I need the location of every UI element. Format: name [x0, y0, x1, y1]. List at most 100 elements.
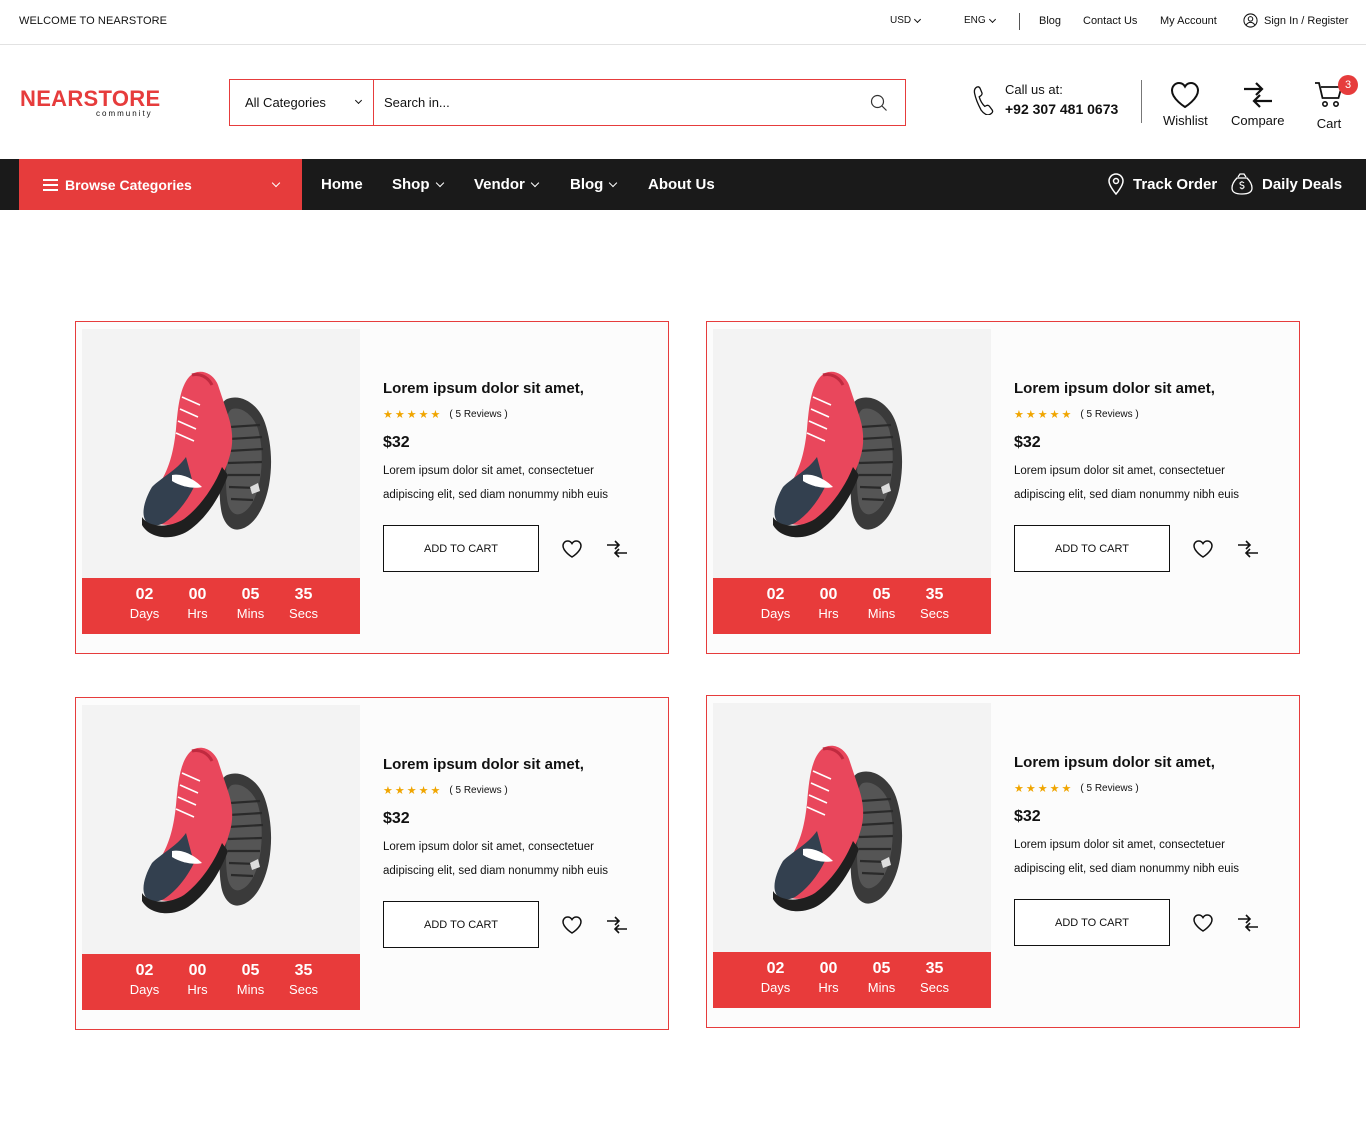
product-image-box[interactable]: 02 Days 00 Hrs 05 Mins 35 Secs — [713, 703, 991, 1008]
add-to-cart-button[interactable]: ADD TO CART — [383, 525, 539, 572]
countdown-value: 35 — [925, 586, 944, 603]
add-to-cart-button[interactable]: ADD TO CART — [1014, 899, 1170, 946]
product-price: $32 — [1014, 434, 1041, 451]
add-to-compare-button[interactable] — [1236, 539, 1260, 559]
product-info: Lorem ipsum dolor sit amet, ★ ★ ★ ★ ★ ( 5 Re… — [383, 756, 643, 948]
heart-icon — [1193, 539, 1213, 558]
compare-icon — [607, 915, 627, 934]
add-to-compare-button[interactable] — [1236, 913, 1260, 933]
review-count[interactable]: ( 5 Reviews ) — [1080, 409, 1138, 420]
nav-shop-label: Shop — [392, 176, 430, 193]
add-to-wishlist-button[interactable] — [1192, 913, 1214, 933]
countdown-label: Days — [760, 606, 791, 621]
logo-subtext: community — [96, 109, 153, 118]
star-icon: ★ — [430, 785, 441, 797]
product-actions: ADD TO CART — [383, 901, 643, 948]
add-to-wishlist-button[interactable] — [561, 539, 583, 559]
product-actions: ADD TO CART — [1014, 525, 1274, 572]
track-order-label: Track Order — [1133, 175, 1218, 193]
product-image-box[interactable]: 02 Days 00 Hrs 05 Mins 35 Secs — [82, 705, 360, 1010]
product-title[interactable]: Lorem ipsum dolor sit amet, — [1014, 380, 1274, 397]
review-count[interactable]: ( 5 Reviews ) — [1080, 783, 1138, 794]
deal-card: 02 Days 00 Hrs 05 Mins 35 Secs Lorem ipsum dolo… — [706, 695, 1300, 1028]
countdown-unit: 35 Secs — [908, 578, 961, 634]
track-order-link[interactable]: Track Order — [1107, 172, 1217, 196]
search-button[interactable] — [853, 94, 905, 112]
product-title[interactable]: Lorem ipsum dolor sit amet, — [383, 756, 643, 773]
product-title[interactable]: Lorem ipsum dolor sit amet, — [383, 380, 643, 397]
blog-link[interactable]: Blog — [1039, 15, 1061, 27]
nav-shop[interactable]: Shop — [392, 176, 444, 193]
countdown-value: 05 — [241, 586, 260, 603]
countdown-label: Days — [129, 982, 160, 997]
product-description: Lorem ipsum dolor sit amet, consectetuer… — [383, 465, 609, 501]
nav-vendor[interactable]: Vendor — [474, 176, 540, 193]
countdown-unit: 05 Mins — [224, 954, 277, 1010]
search-input[interactable] — [374, 80, 853, 125]
countdown-label: Days — [760, 980, 791, 995]
countdown-value: 02 — [766, 586, 785, 603]
daily-deals-label: Daily Deals — [1262, 175, 1343, 193]
sign-in-label: Sign In / Register — [1264, 14, 1349, 27]
countdown-timer: 02 Days 00 Hrs 05 Mins 35 Secs — [713, 952, 991, 1008]
review-count[interactable]: ( 5 Reviews ) — [449, 409, 507, 420]
nav-blog[interactable]: Blog — [570, 176, 618, 193]
countdown-label: Mins — [236, 606, 265, 621]
deal-card: 02 Days 00 Hrs 05 Mins 35 Secs Lorem ipsum dolo… — [75, 697, 669, 1030]
cart-button[interactable]: 3 Cart — [1313, 75, 1358, 131]
chevron-down-icon — [435, 178, 444, 187]
compare-button[interactable]: Compare — [1231, 80, 1284, 128]
add-to-wishlist-button[interactable] — [561, 915, 583, 935]
wishlist-label: Wishlist — [1163, 113, 1208, 128]
wishlist-button[interactable]: Wishlist — [1163, 80, 1208, 128]
nav-about-us-label: About Us — [648, 176, 715, 193]
language-select[interactable]: ENG — [964, 15, 996, 26]
countdown-value: 35 — [925, 960, 944, 977]
compare-icon — [1238, 913, 1258, 932]
daily-deals-link[interactable]: Daily Deals — [1230, 172, 1342, 196]
add-to-wishlist-button[interactable] — [1192, 539, 1214, 559]
countdown-unit: 05 Mins — [224, 578, 277, 634]
countdown-value: 00 — [188, 962, 207, 979]
review-count[interactable]: ( 5 Reviews ) — [449, 785, 507, 796]
add-to-cart-button[interactable]: ADD TO CART — [383, 901, 539, 948]
compare-label: Compare — [1231, 113, 1285, 128]
logo[interactable]: NEARSTORE community — [20, 88, 160, 119]
countdown-unit: 05 Mins — [855, 952, 908, 1008]
compare-icon — [1238, 539, 1258, 558]
call-label: Call us at: — [1005, 82, 1063, 97]
divider — [1019, 13, 1020, 30]
top-bar: WELCOME TO NEARSTORE USD ENG Blog Contac… — [0, 0, 1366, 45]
nav-home[interactable]: Home — [321, 176, 363, 193]
product-rating: ★ ★ ★ ★ ★ ( 5 Reviews ) — [383, 405, 643, 423]
nav-about-us[interactable]: About Us — [648, 176, 715, 193]
product-image — [142, 747, 272, 914]
rating-stars: ★ ★ ★ ★ ★ — [1014, 405, 1073, 423]
product-image-box[interactable]: 02 Days 00 Hrs 05 Mins 35 Secs — [82, 329, 360, 634]
countdown-label: Secs — [289, 606, 318, 621]
menu-icon — [43, 178, 58, 191]
countdown-unit: 02 Days — [749, 578, 802, 634]
product-title[interactable]: Lorem ipsum dolor sit amet, — [1014, 754, 1274, 771]
product-rating: ★ ★ ★ ★ ★ ( 5 Reviews ) — [1014, 779, 1274, 797]
add-to-compare-button[interactable] — [605, 915, 629, 935]
my-account-link[interactable]: My Account — [1160, 15, 1217, 27]
product-image-box[interactable]: 02 Days 00 Hrs 05 Mins 35 Secs — [713, 329, 991, 634]
countdown-value: 35 — [294, 962, 313, 979]
sign-in-link[interactable]: Sign In / Register — [1243, 13, 1348, 28]
add-to-cart-button[interactable]: ADD TO CART — [1014, 525, 1170, 572]
nav-home-label: Home — [321, 176, 363, 193]
countdown-unit: 35 Secs — [277, 954, 330, 1010]
call-number[interactable]: +92 307 481 0673 — [1005, 101, 1118, 117]
currency-select[interactable]: USD — [890, 15, 922, 26]
category-select[interactable]: All Categories — [230, 80, 374, 125]
countdown-timer: 02 Days 00 Hrs 05 Mins 35 Secs — [713, 578, 991, 634]
add-to-compare-button[interactable] — [605, 539, 629, 559]
deal-card: 02 Days 00 Hrs 05 Mins 35 Secs Lorem ipsum dolo… — [706, 321, 1300, 654]
browse-categories-button[interactable]: Browse Categories — [19, 159, 302, 210]
contact-us-link[interactable]: Contact Us — [1083, 15, 1137, 27]
star-icon: ★ — [1014, 409, 1024, 421]
countdown-value: 00 — [188, 586, 207, 603]
header: NEARSTORE community All Categories Call … — [0, 46, 1366, 159]
countdown-value: 35 — [294, 586, 313, 603]
